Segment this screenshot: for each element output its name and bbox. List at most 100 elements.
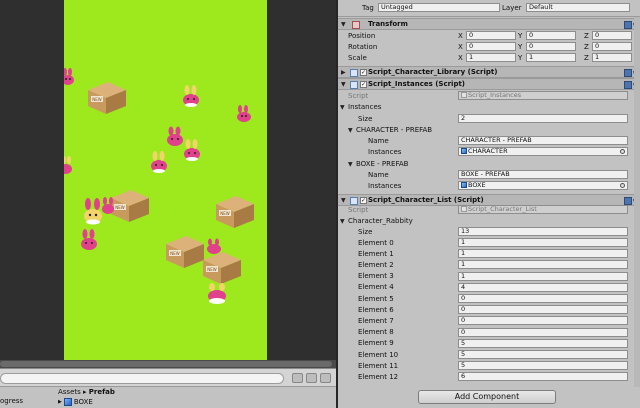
- help-book-icon[interactable]: [624, 69, 632, 77]
- transform-z-field[interactable]: 1: [592, 53, 632, 62]
- element-value-field[interactable]: 0: [458, 294, 628, 303]
- scene-horizontal-scrollbar[interactable]: [0, 360, 336, 368]
- script-label: Script: [348, 91, 369, 100]
- transform-row-label: Rotation: [348, 42, 378, 51]
- fold-open-icon[interactable]: ▼: [341, 81, 346, 88]
- bunny-sprite[interactable]: [204, 282, 230, 306]
- element-value-field[interactable]: 0: [458, 305, 628, 315]
- inspector-scrollbar[interactable]: [634, 17, 640, 387]
- transform-y-field[interactable]: 0: [526, 31, 576, 40]
- transform-z-field[interactable]: 0: [592, 42, 632, 51]
- instances-array-row[interactable]: ▼ Instances: [338, 101, 640, 112]
- layer-label: Layer: [502, 4, 522, 12]
- object-picker-icon[interactable]: [620, 149, 625, 154]
- transform-axes-icon: [352, 21, 360, 29]
- element-label: Element 2: [358, 260, 394, 269]
- bunny-sprite[interactable]: [234, 104, 254, 124]
- fold-open-icon[interactable]: ▼: [348, 161, 353, 168]
- fold-open-icon[interactable]: ▼: [340, 218, 345, 225]
- element-value-field[interactable]: 6: [458, 372, 628, 382]
- fold-open-icon[interactable]: ▼: [348, 127, 353, 134]
- transform-x-field[interactable]: 0: [466, 31, 516, 40]
- enable-checkbox[interactable]: ✓: [360, 69, 367, 76]
- element-value-field[interactable]: 1: [458, 260, 628, 270]
- breadcrumb-prefab[interactable]: Prefab: [89, 388, 115, 396]
- transform-y-field[interactable]: 1: [526, 53, 576, 62]
- element-value-field[interactable]: 0: [458, 327, 628, 337]
- list-element-row: Element 9 5: [338, 338, 640, 349]
- bunny-sprite[interactable]: [100, 196, 116, 216]
- filter-by-label-icon[interactable]: [306, 373, 317, 383]
- bunny-sprite[interactable]: [78, 228, 100, 252]
- help-book-icon[interactable]: [624, 81, 632, 89]
- enable-checkbox[interactable]: ✓: [360, 81, 367, 88]
- axis-x-label: X: [458, 53, 463, 62]
- inspector-panel: Tag Untagged Layer Default ▼ Transform ⚙…: [336, 0, 640, 408]
- character-library-header[interactable]: ▶ ✓ Script_Character_Library (Script) ⚙: [338, 66, 640, 78]
- transform-header[interactable]: ▼ Transform ⚙: [338, 18, 640, 30]
- bunny-sprite[interactable]: [64, 68, 76, 86]
- element-value-field[interactable]: 5: [458, 338, 628, 348]
- game-canvas[interactable]: NEW NEW NEW NEW NEW: [64, 0, 267, 360]
- help-book-icon[interactable]: [624, 21, 632, 29]
- list-element-row: Element 10 5: [338, 349, 640, 360]
- element-value-field[interactable]: 5: [458, 350, 628, 359]
- enable-checkbox[interactable]: ✓: [360, 197, 367, 204]
- character-rabbity-row[interactable]: ▼ Character_Rabbity: [338, 215, 640, 226]
- axis-z-label: Z: [584, 42, 589, 51]
- bunny-sprite[interactable]: [204, 238, 224, 256]
- expand-arrow-icon[interactable]: ▶: [58, 399, 62, 405]
- project-asset-boxe[interactable]: ▶ BOXE: [58, 398, 93, 406]
- element-value-field[interactable]: 0: [458, 316, 628, 326]
- sidebar-item-progress[interactable]: ogress: [0, 397, 23, 405]
- bunny-sprite[interactable]: [148, 150, 170, 174]
- transform-z-field[interactable]: 0: [592, 31, 632, 40]
- element-value-field[interactable]: 1: [458, 238, 628, 247]
- instance-object-row: Instances BOXE: [338, 180, 640, 191]
- box-sprite[interactable]: NEW: [214, 192, 256, 230]
- fold-open-icon[interactable]: ▼: [341, 197, 346, 204]
- object-picker-icon[interactable]: [620, 183, 625, 188]
- scrollbar-thumb[interactable]: [0, 361, 332, 367]
- list-size-field[interactable]: 13: [458, 227, 628, 236]
- box-sprite[interactable]: NEW: [86, 78, 128, 116]
- bunny-sprite[interactable]: [180, 84, 202, 108]
- instance-object-field[interactable]: CHARACTER: [458, 147, 628, 156]
- bunny-sprite[interactable]: [64, 156, 74, 176]
- fold-closed-icon[interactable]: ▶: [341, 69, 346, 76]
- element-value-field[interactable]: 1: [458, 271, 628, 281]
- instances-header[interactable]: ▼ ✓ Script_Instances (Script) ⚙: [338, 78, 640, 90]
- element-value-field[interactable]: 4: [458, 282, 628, 292]
- transform-y-field[interactable]: 0: [526, 42, 576, 51]
- instances-size-field[interactable]: 2: [458, 114, 628, 123]
- instance-object-field[interactable]: BOXE: [458, 181, 628, 190]
- element-label: Element 7: [358, 316, 394, 325]
- element-value-field[interactable]: 5: [458, 361, 628, 371]
- element-value-field[interactable]: 1: [458, 249, 628, 259]
- axis-z-label: Z: [584, 53, 589, 62]
- tag-label: Tag: [362, 4, 374, 12]
- bunny-sprite[interactable]: [180, 138, 204, 162]
- filter-by-type-icon[interactable]: [292, 373, 303, 383]
- element-label: Element 9: [358, 339, 394, 348]
- layer-dropdown[interactable]: Default: [526, 3, 630, 12]
- prefab-cube-icon: [461, 148, 467, 154]
- tag-dropdown[interactable]: Untagged: [378, 3, 500, 12]
- project-search-input[interactable]: [0, 373, 284, 384]
- axis-y-label: Y: [518, 31, 523, 40]
- transform-x-field[interactable]: 1: [466, 53, 516, 62]
- transform-x-field[interactable]: 0: [466, 42, 516, 51]
- favorite-star-icon[interactable]: [320, 373, 331, 383]
- add-component-button[interactable]: Add Component: [418, 390, 556, 404]
- breadcrumb-assets[interactable]: Assets: [58, 388, 81, 396]
- instance-group-header[interactable]: ▼ CHARACTER - PREFAB: [338, 124, 640, 135]
- instances-script-field: Script_Instances: [458, 91, 628, 100]
- instance-name-field[interactable]: CHARACTER - PREFAB: [458, 136, 628, 145]
- instance-name-field[interactable]: BOXE - PREFAB: [458, 170, 628, 179]
- instance-group-header[interactable]: ▼ BOXE - PREFAB: [338, 158, 640, 169]
- fold-open-icon[interactable]: ▼: [340, 104, 345, 111]
- box-sprite[interactable]: NEW: [164, 232, 206, 270]
- list-size-row: Size 13: [338, 226, 640, 237]
- character-rabbity-label: Character_Rabbity: [348, 216, 413, 225]
- fold-open-icon[interactable]: ▼: [341, 21, 346, 28]
